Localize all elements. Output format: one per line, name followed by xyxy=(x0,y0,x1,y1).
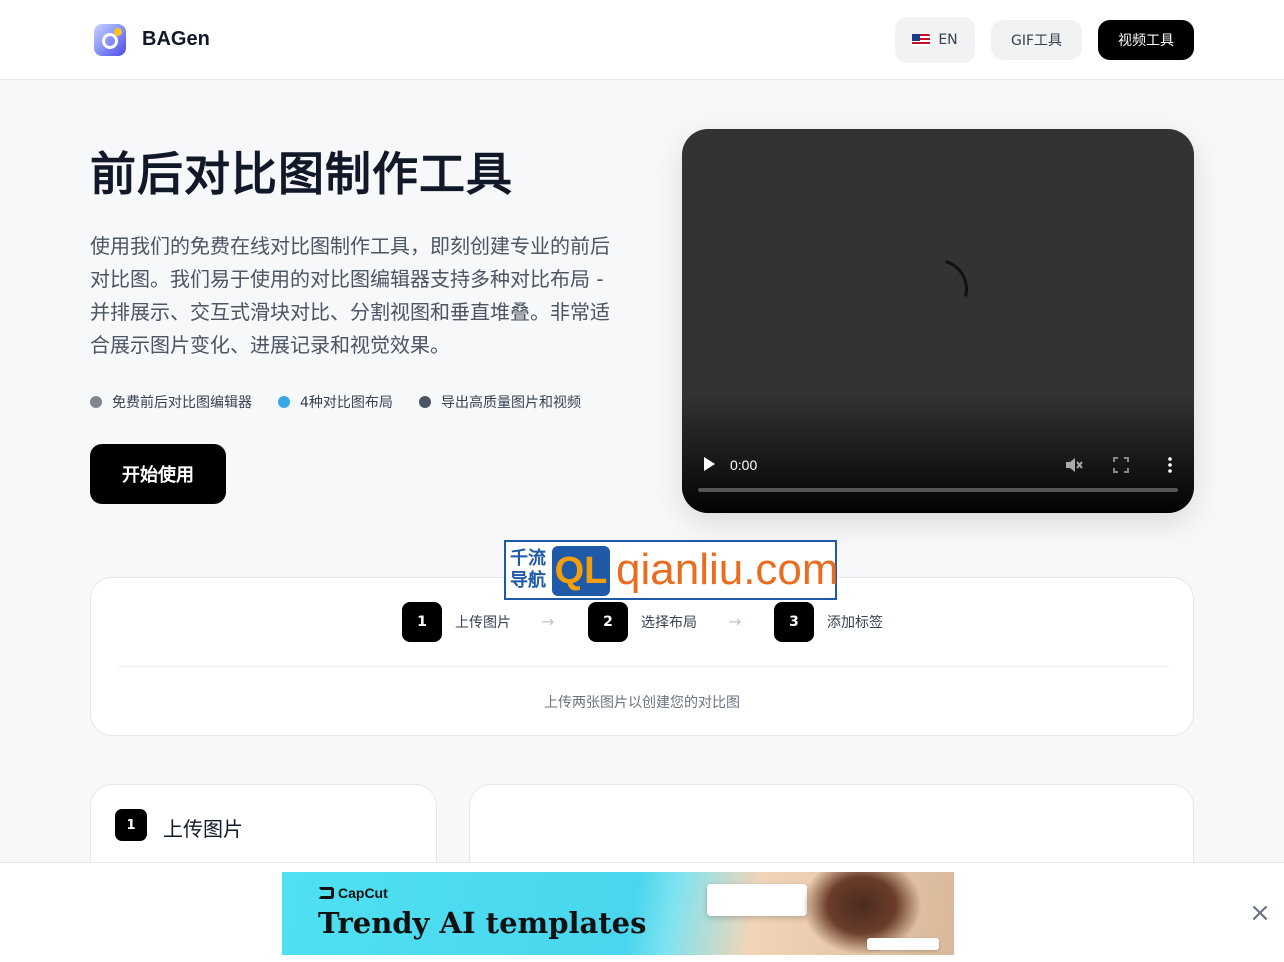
capcut-logo-icon xyxy=(318,887,334,899)
steps-card: 1 上传图片 → 2 选择布局 → 3 添加标签 上传两张图片以创建您的对比图 xyxy=(90,577,1194,736)
capcut-ad[interactable]: CapCut Trendy AI templates xyxy=(282,872,954,955)
step-label: 选择布局 xyxy=(641,615,697,631)
watermark-badge: QL xyxy=(552,546,610,596)
arrow-right-icon: → xyxy=(541,612,555,631)
us-flag-icon xyxy=(912,34,931,46)
loading-spinner-icon xyxy=(897,248,979,330)
watermark-line1: 千流 xyxy=(510,548,546,569)
page-title: 前后对比图制作工具 xyxy=(90,147,513,201)
start-button[interactable]: 开始使用 xyxy=(90,444,226,504)
hero-description: 使用我们的免费在线对比图制作工具，即刻创建专业的前后对比图。我们易于使用的对比图… xyxy=(90,234,610,357)
close-ad-icon[interactable]: × xyxy=(1248,900,1272,926)
video-controls-gradient xyxy=(682,393,1194,513)
fullscreen-icon[interactable] xyxy=(1112,456,1130,474)
steps-hint: 上传两张图片以创建您的对比图 xyxy=(544,695,740,711)
arrow-right-icon: → xyxy=(728,612,742,631)
feature-item-layouts: 4种对比图布局 xyxy=(278,392,393,412)
step-layout[interactable]: 2 选择布局 xyxy=(588,602,697,642)
brand-name[interactable]: BAGen xyxy=(142,28,210,51)
language-label: EN xyxy=(938,32,958,48)
upload-panel-title: 上传图片 xyxy=(163,817,243,841)
video-time: 0:00 xyxy=(730,457,758,473)
video-tool-button[interactable]: 视频工具 xyxy=(1098,20,1194,60)
step-label: 添加标签 xyxy=(827,615,883,631)
video-progress-bar[interactable] xyxy=(698,488,1178,492)
feature-label: 导出高质量图片和视频 xyxy=(441,395,581,411)
ad-app-mockup xyxy=(707,884,807,916)
feature-item-export: 导出高质量图片和视频 xyxy=(419,392,581,412)
feature-bullet-icon xyxy=(278,396,290,408)
feature-label: 4种对比图布局 xyxy=(300,395,393,411)
watermark-cn-text: 千流 导航 xyxy=(510,548,554,592)
muted-icon[interactable] xyxy=(1064,456,1084,474)
watermark-domain: qianliu.com xyxy=(616,545,839,594)
language-button[interactable]: EN xyxy=(895,17,975,63)
ad-brand: CapCut xyxy=(318,885,388,901)
feature-bullet-icon xyxy=(419,396,431,408)
ad-tagline: Trendy AI templates xyxy=(318,906,647,940)
step-upload[interactable]: 1 上传图片 xyxy=(402,602,511,642)
play-icon[interactable] xyxy=(702,456,716,472)
steps-divider xyxy=(117,666,1169,667)
feature-item-free-editor: 免费前后对比图编辑器 xyxy=(90,392,252,412)
step-number: 2 xyxy=(588,602,628,642)
ad-brand-label: CapCut xyxy=(338,885,388,901)
logo-dot xyxy=(114,28,122,36)
gif-tool-button[interactable]: GIF工具 xyxy=(991,20,1082,60)
ad-banner-bar: CapCut Trendy AI templates × xyxy=(0,862,1284,962)
upload-step-number: 1 xyxy=(115,809,147,841)
feature-label: 免费前后对比图编辑器 xyxy=(112,395,252,411)
qianliu-watermark: 千流 导航 QL qianliu.com xyxy=(504,540,839,600)
watermark-line2: 导航 xyxy=(510,570,546,591)
brand-logo-icon[interactable] xyxy=(94,24,126,56)
ad-generate-mockup xyxy=(867,938,939,950)
step-label: 上传图片 xyxy=(455,615,511,631)
more-options-icon[interactable] xyxy=(1162,456,1178,474)
step-labels[interactable]: 3 添加标签 xyxy=(774,602,883,642)
site-header: BAGen EN GIF工具 视频工具 xyxy=(0,0,1284,80)
step-number: 3 xyxy=(774,602,814,642)
demo-video-player[interactable]: 0:00 xyxy=(682,129,1194,513)
step-number: 1 xyxy=(402,602,442,642)
feature-bullet-icon xyxy=(90,396,102,408)
